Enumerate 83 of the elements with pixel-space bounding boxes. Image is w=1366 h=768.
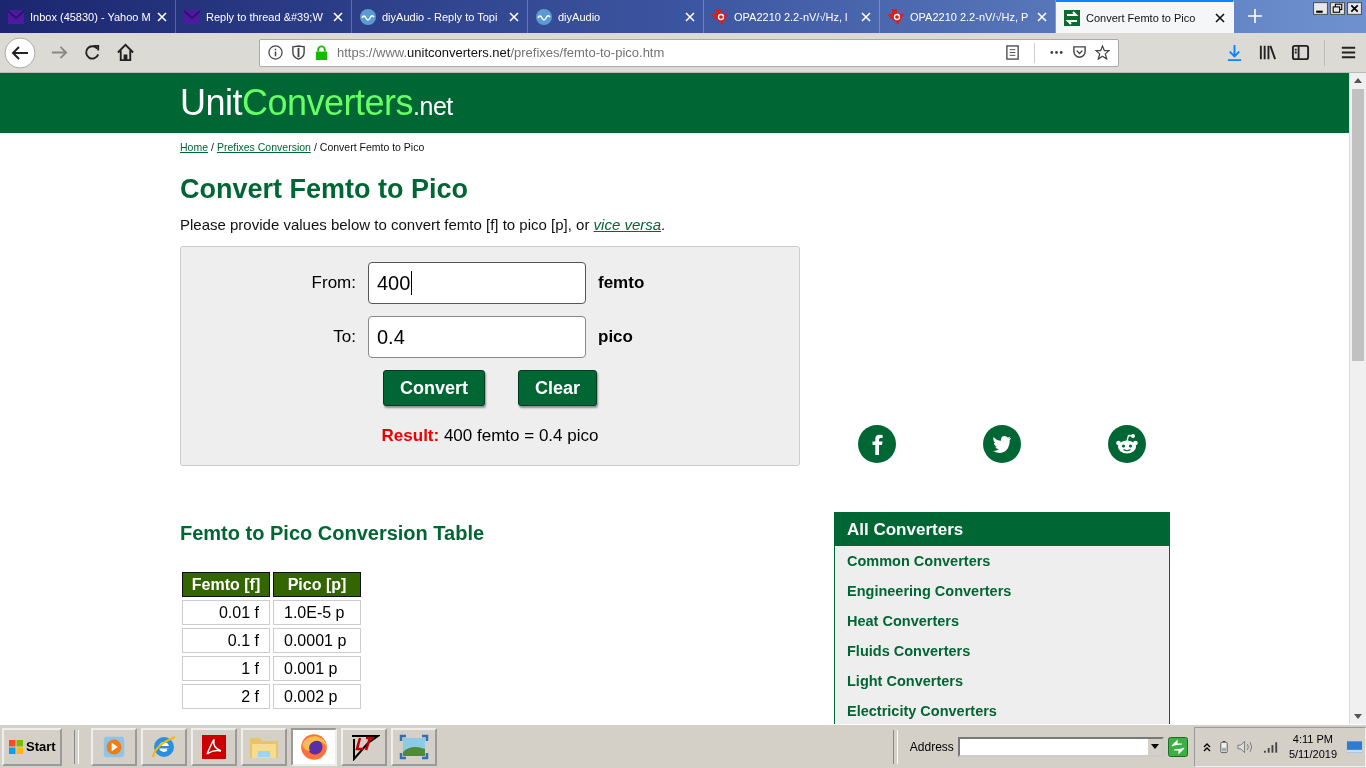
start-button[interactable]: Start	[2, 727, 62, 766]
pocket-icon[interactable]	[1072, 45, 1087, 60]
library-icon[interactable]	[1258, 43, 1277, 62]
result-text: Result: 400 femto = 0.4 pico	[380, 426, 600, 446]
star-icon[interactable]	[1095, 45, 1110, 60]
dropdown-arrow-icon[interactable]	[1150, 744, 1159, 749]
table-cell: 0.002 p	[273, 684, 361, 709]
download-icon[interactable]	[1225, 43, 1244, 62]
battery-icon[interactable]	[1219, 739, 1228, 754]
converter-link[interactable]: Common Converters	[835, 546, 1169, 576]
table-cell: 0.001 p	[273, 656, 361, 681]
url-text: https://www.unitconverters.net/prefixes/femto-to-pico.htm	[337, 45, 665, 60]
table-cell: 0.01 f	[182, 600, 270, 625]
go-icon[interactable]	[1167, 736, 1188, 757]
column-header: Pico [p]	[273, 572, 361, 597]
reload-icon[interactable]	[83, 43, 102, 62]
converter-link[interactable]: Fluids Converters	[835, 636, 1169, 666]
field-label: To:	[332, 327, 357, 347]
texas-icon	[712, 8, 728, 25]
back-icon[interactable]	[4, 36, 36, 69]
column-header: Femto [f]	[182, 572, 270, 597]
envelope-icon	[184, 8, 200, 25]
breadcrumb-separator: /	[313, 141, 317, 153]
restore-icon[interactable]	[1330, 2, 1345, 15]
pdf-icon	[199, 732, 228, 761]
envelope-icon	[8, 8, 24, 25]
clock-date[interactable]: 5/11/2019	[1288, 746, 1337, 762]
table-cell: 1.0E-5 p	[273, 600, 361, 625]
value-field[interactable]: 0.4	[368, 316, 586, 358]
windows-logo-icon	[8, 738, 24, 755]
address-label: Address	[909, 739, 954, 754]
table-cell: 0.1 f	[182, 628, 270, 653]
signal-icon[interactable]	[1262, 739, 1280, 754]
sidebar-icon[interactable]	[1291, 43, 1310, 62]
scrollbar[interactable]	[1349, 73, 1366, 724]
breadcrumb-link[interactable]: Prefixes Conversion	[216, 141, 311, 153]
table-cell: 1 f	[182, 656, 270, 681]
wave-icon	[360, 8, 376, 25]
converter-link[interactable]: Electricity Converters	[835, 696, 1169, 724]
clear-button[interactable]: Clear	[518, 370, 597, 406]
browser-tab[interactable]: Convert Femto to Pico	[1056, 0, 1234, 33]
unit-label: femto	[598, 273, 645, 293]
photo-viewer-icon	[398, 732, 429, 761]
reader-view-icon[interactable]	[1005, 45, 1020, 60]
address-field[interactable]	[957, 736, 1164, 757]
breadcrumb-link[interactable]: Home	[180, 141, 208, 153]
page-heading: Convert Femto to Pico	[180, 173, 470, 206]
wave-icon	[536, 8, 552, 25]
new-tab-icon[interactable]	[1248, 9, 1262, 23]
convert-button[interactable]: Convert	[382, 370, 485, 406]
shield-icon[interactable]	[291, 45, 306, 60]
breadcrumb-current: Convert Femto to Pico	[319, 141, 425, 153]
facebook-icon[interactable]	[858, 425, 896, 463]
speaker-icon[interactable]	[1236, 739, 1254, 754]
table-heading: Femto to Pico Conversion Table	[180, 522, 486, 545]
intro-text: Please provide values below to convert femto [f] to pico [p], or vice versa.	[180, 216, 667, 233]
breadcrumb-separator: /	[211, 141, 214, 153]
minimize-icon[interactable]	[1313, 2, 1328, 15]
unit-label: pico	[598, 327, 633, 347]
table-cell: 0.0001 p	[273, 628, 361, 653]
close-icon[interactable]	[1215, 12, 1225, 23]
converter-link[interactable]: Light Converters	[835, 666, 1169, 696]
clock-time[interactable]: 4:11 PM	[1292, 731, 1333, 747]
fox-globe-icon	[298, 731, 329, 762]
texas-icon	[888, 8, 904, 25]
home-icon[interactable]	[116, 43, 135, 62]
field-label: From:	[310, 273, 357, 293]
arrows-icon	[1064, 9, 1080, 26]
table-cell: 2 f	[182, 684, 270, 709]
converter-link[interactable]: Heat Converters	[835, 606, 1169, 636]
alien-icon[interactable]	[1108, 425, 1146, 463]
panel-title: All Converters	[835, 513, 1169, 546]
converter-link[interactable]: Engineering Converters	[835, 576, 1169, 606]
site-logo[interactable]: UnitConverters.net	[180, 73, 453, 136]
close-icon[interactable]	[1347, 2, 1362, 15]
address-field[interactable]: https://www.unitconverters.net/prefixes/femto-to-pico.htm	[259, 38, 1119, 67]
info-icon[interactable]	[268, 45, 283, 60]
value-field[interactable]: 400	[368, 262, 586, 304]
taskbar-app[interactable]	[340, 727, 387, 766]
show-desktop-icon[interactable]	[1346, 739, 1363, 754]
taskbar-app[interactable]	[290, 727, 337, 766]
bird-icon[interactable]	[983, 425, 1021, 463]
lock-icon[interactable]	[314, 45, 329, 60]
